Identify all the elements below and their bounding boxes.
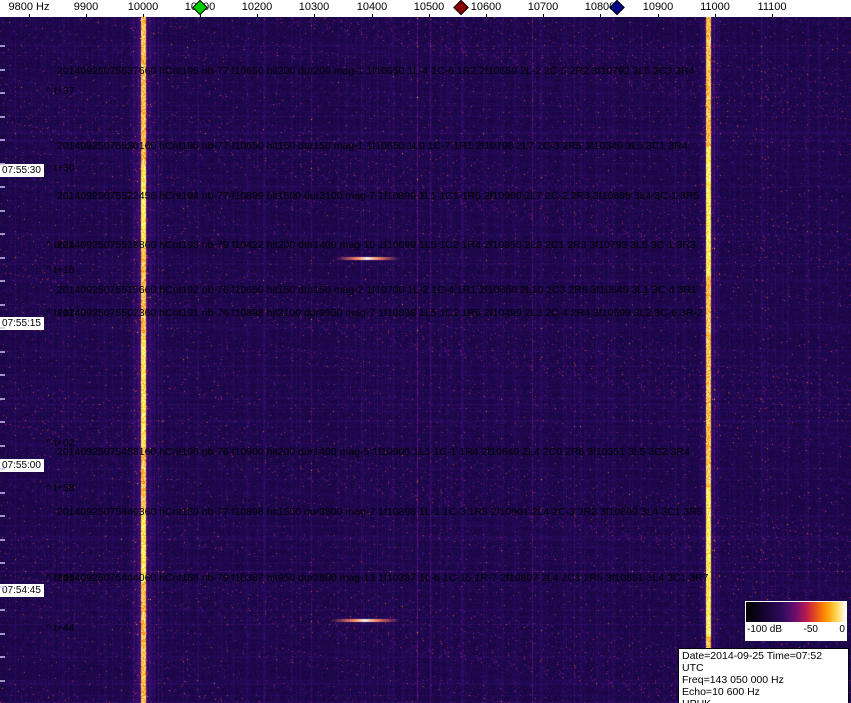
freq-tick-mark [29, 14, 30, 17]
db-color-legend: -100 dB -50 0 [745, 601, 847, 641]
frequency-scale-bar: 9800 Hz990010000101001020010300104001050… [0, 0, 851, 17]
legend-max-label: 0 [839, 624, 845, 635]
color-gradient-bar [746, 602, 846, 622]
info-lines: Date=2014-09-25 Time=07:52 UTC Freq=143 0… [682, 650, 845, 703]
freq-tick-label: 9900 [73, 1, 99, 13]
freq-tick-label: 10600 [470, 1, 502, 13]
status-info-box: Date=2014-09-25 Time=07:52 UTC Freq=143 0… [678, 648, 849, 703]
freq-tick-label: 10200 [241, 1, 273, 13]
freq-tick-label: 10500 [413, 1, 445, 13]
freq-tick-mark [257, 14, 258, 17]
freq-tick-label: 10900 [642, 1, 674, 13]
freq-tick-mark [486, 14, 487, 17]
freq-marker-red-diamond-icon[interactable] [453, 0, 469, 16]
freq-tick-mark [86, 14, 87, 17]
info-line: Echo=10 600 Hz [682, 686, 760, 698]
spectrogram-canvas[interactable] [0, 17, 851, 703]
info-line: Freq=143 050 000 Hz [682, 674, 784, 686]
freq-tick-label: 11000 [700, 1, 730, 13]
freq-tick-mark [715, 14, 716, 17]
info-line: HPHK [682, 698, 845, 703]
info-line: Date=2014-09-25 Time=07:52 UTC [682, 650, 823, 674]
freq-tick-label: 10700 [527, 1, 559, 13]
freq-tick-label: 10000 [127, 1, 159, 13]
freq-tick-label: 10400 [356, 1, 388, 13]
freq-tick-label: 10300 [298, 1, 330, 13]
freq-tick-mark [143, 14, 144, 17]
freq-tick-mark [314, 14, 315, 17]
freq-tick-label: 11100 [757, 1, 787, 13]
freq-tick-mark [658, 14, 659, 17]
freq-tick-mark [772, 14, 773, 17]
legend-mid-label: -50 [803, 624, 818, 635]
freq-tick-label: 9800 Hz [8, 1, 50, 13]
freq-tick-mark [543, 14, 544, 17]
freq-tick-mark [372, 14, 373, 17]
legend-min-label: -100 dB [747, 624, 783, 635]
freq-tick-mark [600, 14, 601, 17]
legend-labels: -100 dB -50 0 [745, 623, 847, 635]
spectrogram-app: 9800 Hz990010000101001020010300104001050… [0, 0, 851, 703]
freq-tick-mark [429, 14, 430, 17]
